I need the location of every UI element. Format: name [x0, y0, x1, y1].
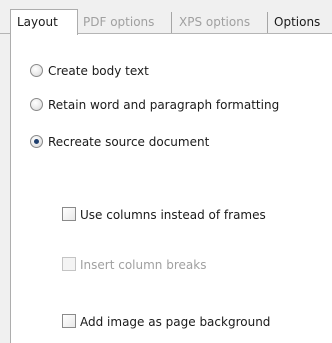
- tab-bar: Layout PDF options XPS options Options: [0, 0, 332, 35]
- use-columns-label: Use columns instead of frames: [80, 208, 266, 222]
- create-body-text-label: Create body text: [48, 64, 149, 78]
- create-body-text-radio[interactable]: [30, 64, 43, 77]
- retain-formatting-radio[interactable]: [30, 98, 43, 111]
- layout-panel: Create body text Retain word and paragra…: [10, 34, 332, 343]
- retain-formatting-label: Retain word and paragraph formatting: [48, 98, 280, 112]
- tab-xps-options: XPS options: [172, 12, 268, 33]
- recreate-source-radio[interactable]: [30, 135, 43, 148]
- add-image-background-label: Add image as page background: [80, 315, 271, 329]
- tab-layout[interactable]: Layout: [10, 9, 78, 35]
- tab-options[interactable]: Options: [268, 12, 332, 33]
- recreate-source-label: Recreate source document: [48, 135, 210, 149]
- use-columns-checkbox[interactable]: [62, 207, 76, 221]
- insert-column-breaks-label: Insert column breaks: [80, 258, 207, 272]
- tab-pdf-options: PDF options: [78, 12, 172, 33]
- add-image-background-checkbox[interactable]: [62, 314, 76, 328]
- insert-column-breaks-checkbox: [62, 257, 76, 271]
